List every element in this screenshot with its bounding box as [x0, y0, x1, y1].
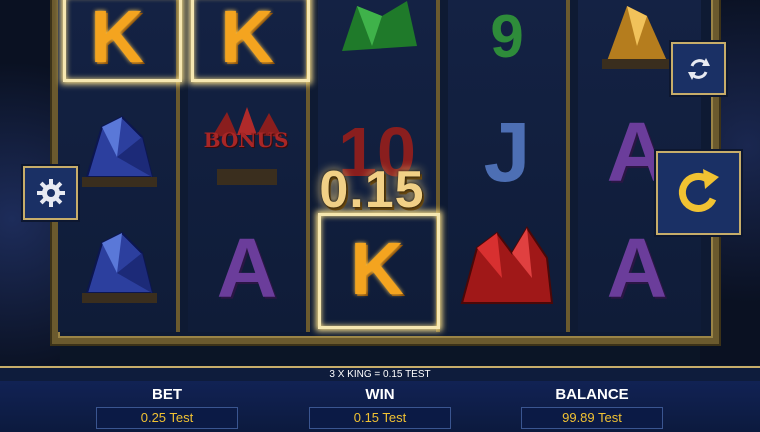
settings-button[interactable]	[23, 166, 78, 220]
red-gem-icon	[460, 226, 554, 304]
bottom-bar: BET 0.25 Test WIN 0.15 Test BALANCE 99.8…	[0, 381, 760, 432]
bet-label: BET	[152, 386, 182, 403]
symbol-blue-gem	[58, 210, 176, 326]
bonus-label: BONUS	[203, 128, 289, 152]
settings-gear-icon	[36, 179, 65, 207]
bet-value[interactable]: 0.25 Test	[96, 407, 238, 429]
jack-symbol-letter: J	[483, 104, 531, 199]
win-panel: WIN 0.15 Test	[290, 381, 470, 429]
win-amount-overlay: 0.15	[319, 161, 425, 219]
balance-panel: BALANCE 99.89 Test	[502, 381, 682, 429]
symbol-red-gem	[448, 210, 566, 326]
autoplay-button[interactable]	[671, 42, 726, 95]
bet-panel: BET 0.25 Test	[77, 381, 257, 429]
win-highlight-box	[318, 213, 440, 329]
ace-symbol-letter: A	[216, 220, 278, 315]
blue-gem-icon	[82, 115, 157, 187]
nine-symbol-text: 9	[490, 2, 524, 70]
autoplay-arrows-icon	[687, 57, 710, 80]
bonus-gem-icon	[212, 107, 282, 185]
reel-4: 9 J	[448, 0, 570, 332]
balance-value: 99.89 Test	[521, 407, 663, 429]
blue-gem-icon	[82, 231, 157, 303]
win-value: 0.15 Test	[309, 407, 451, 429]
symbol-nine: 9	[448, 0, 566, 94]
spin-arrow-icon	[678, 169, 719, 212]
symbol-green-gem	[318, 0, 436, 94]
symbol-ace: A	[188, 210, 306, 326]
spin-button[interactable]	[656, 151, 741, 235]
symbol-jack: J	[448, 94, 566, 210]
symbol-bonus: BONUS	[188, 94, 306, 210]
win-highlight-box	[63, 0, 182, 82]
balance-label: BALANCE	[555, 386, 629, 403]
green-gem-icon	[342, 1, 417, 51]
win-highlight-box	[191, 0, 310, 82]
win-label: WIN	[365, 386, 395, 403]
